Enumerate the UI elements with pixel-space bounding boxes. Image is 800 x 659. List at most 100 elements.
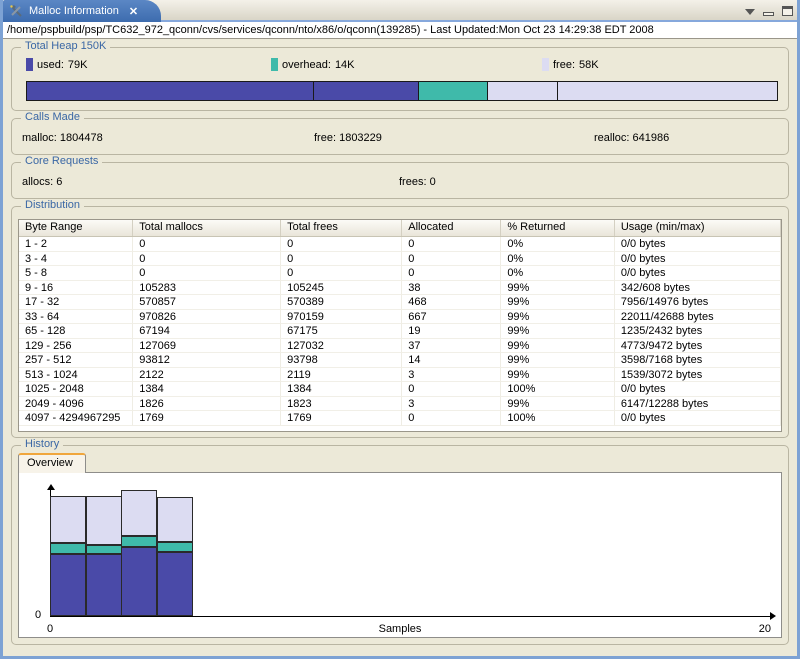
free-label: free: bbox=[314, 132, 337, 144]
table-cell: 17 - 32 bbox=[19, 295, 134, 310]
table-cell: 3598/7168 bytes bbox=[614, 353, 781, 368]
table-row[interactable]: 513 - 1024 2122 2119 3 99% 1539/3072 bytes bbox=[19, 367, 781, 382]
table-cell: 1769 bbox=[281, 411, 403, 426]
total-heap-group: Total Heap 150K used: 79K overhead: 14K … bbox=[11, 40, 789, 111]
history-bar-segment-free bbox=[121, 489, 157, 537]
table-row[interactable]: 129 - 256 127069 127032 37 99% 4773/9472 byte… bbox=[19, 338, 781, 353]
malloc-stat: malloc: 1804478 bbox=[22, 132, 103, 144]
table-cell: 99% bbox=[501, 295, 615, 310]
used-swatch bbox=[26, 58, 33, 71]
table-cell: 1235/2432 bytes bbox=[614, 324, 781, 339]
allocs-stat: allocs: 6 bbox=[22, 176, 62, 188]
distribution-table-header[interactable]: Byte Range Total mallocs Total frees Alloca… bbox=[19, 220, 781, 237]
malloc-view-icon bbox=[9, 4, 24, 19]
table-row[interactable]: 5 - 8 0 0 0 0% 0/0 bytes bbox=[19, 266, 781, 281]
table-cell: 4773/9472 bytes bbox=[614, 338, 781, 353]
table-row[interactable]: 1 - 2 0 0 0 0% 0/0 bytes bbox=[19, 237, 781, 252]
table-row[interactable]: 3 - 4 0 0 0 0% 0/0 bytes bbox=[19, 251, 781, 266]
table-row[interactable]: 65 - 128 67194 67175 19 99% 1235/2432 bytes bbox=[19, 324, 781, 339]
column-header[interactable]: Allocated bbox=[402, 220, 502, 236]
table-cell: 99% bbox=[501, 367, 615, 382]
history-bar-segment-free bbox=[85, 496, 122, 545]
history-bar-segment-overhead bbox=[121, 536, 157, 548]
table-cell: 0 bbox=[133, 251, 282, 266]
table-cell: 9 - 16 bbox=[19, 280, 134, 295]
legend-overhead: overhead: 14K bbox=[271, 58, 355, 71]
table-cell: 99% bbox=[501, 324, 615, 339]
table-cell: 0% bbox=[501, 237, 615, 252]
tab-malloc-information[interactable]: Malloc Information ✕ bbox=[3, 0, 161, 22]
view-tab-bar: Malloc Information ✕ bbox=[3, 0, 797, 22]
table-cell: 129 - 256 bbox=[19, 338, 134, 353]
minimize-icon[interactable] bbox=[763, 11, 774, 16]
realloc-label: realloc: bbox=[594, 132, 630, 144]
table-row[interactable]: 33 - 64 970826 970159 667 99% 22011/42688 byt… bbox=[19, 309, 781, 324]
table-cell: 667 bbox=[402, 309, 502, 324]
tab-overview[interactable]: Overview bbox=[18, 453, 86, 473]
table-cell: 0 bbox=[133, 237, 282, 252]
table-cell: 105245 bbox=[281, 280, 403, 295]
total-heap-title: Total Heap 150K bbox=[21, 40, 111, 52]
malloc-label: malloc: bbox=[22, 132, 57, 144]
table-row[interactable]: 257 - 512 93812 93798 14 99% 3598/7168 bytes bbox=[19, 353, 781, 368]
table-row[interactable]: 4097 - 4294967295 1769 1769 0 100% 0/0 bytes bbox=[19, 411, 781, 426]
malloc-information-view: Malloc Information ✕ /home/pspbuild/psp/… bbox=[0, 0, 800, 659]
view-content: Total Heap 150K used: 79K overhead: 14K … bbox=[3, 39, 797, 649]
table-cell: 342/608 bytes bbox=[614, 280, 781, 295]
realloc-stat: realloc: 641986 bbox=[594, 132, 669, 144]
table-cell: 1384 bbox=[281, 382, 403, 397]
column-header[interactable]: Byte Range bbox=[19, 220, 134, 236]
column-header[interactable]: % Returned bbox=[501, 220, 615, 236]
table-cell: 0 bbox=[281, 237, 403, 252]
table-cell: 1823 bbox=[281, 396, 403, 411]
distribution-table: Byte Range Total mallocs Total frees Alloca… bbox=[18, 219, 782, 432]
table-cell: 65 - 128 bbox=[19, 324, 134, 339]
calls-made-group: Calls Made malloc: 1804478 free: 1803229… bbox=[11, 111, 789, 155]
table-cell: 19 bbox=[402, 324, 502, 339]
y-axis-arrow-icon bbox=[47, 484, 55, 490]
legend-free: free: 58K bbox=[542, 58, 599, 71]
table-cell: 570857 bbox=[133, 295, 282, 310]
column-header[interactable]: Total frees bbox=[281, 220, 403, 236]
table-cell: 99% bbox=[501, 353, 615, 368]
table-row[interactable]: 9 - 16 105283 105245 38 99% 342/608 bytes bbox=[19, 280, 781, 295]
table-cell: 99% bbox=[501, 396, 615, 411]
table-cell: 0/0 bytes bbox=[614, 382, 781, 397]
table-cell: 93798 bbox=[281, 353, 403, 368]
table-row[interactable]: 2049 - 4096 1826 1823 3 99% 6147/12288 bytes bbox=[19, 396, 781, 411]
heap-segment-overhead bbox=[418, 82, 488, 100]
history-chart: 0 0 Samples 20 bbox=[18, 472, 782, 638]
table-cell: 1769 bbox=[133, 411, 282, 426]
table-cell: 468 bbox=[402, 295, 502, 310]
frees-label: frees: bbox=[399, 176, 427, 188]
column-header[interactable]: Total mallocs bbox=[133, 220, 282, 236]
close-icon[interactable]: ✕ bbox=[129, 5, 138, 18]
table-cell: 99% bbox=[501, 338, 615, 353]
maximize-icon[interactable] bbox=[782, 6, 793, 16]
table-cell: 3 bbox=[402, 396, 502, 411]
history-bar bbox=[85, 496, 122, 616]
table-cell: 105283 bbox=[133, 280, 282, 295]
column-header[interactable]: Usage (min/max) bbox=[615, 220, 781, 236]
table-cell: 93812 bbox=[133, 353, 282, 368]
history-bar-segment-used bbox=[121, 547, 157, 616]
history-bar-segment-free bbox=[50, 496, 86, 544]
table-cell: 37 bbox=[402, 338, 502, 353]
table-cell: 67194 bbox=[133, 324, 282, 339]
x-axis bbox=[50, 616, 771, 617]
table-cell: 2119 bbox=[281, 367, 403, 382]
history-bar-segment-free bbox=[156, 496, 193, 543]
heap-usage-bar bbox=[26, 81, 778, 101]
table-cell: 2122 bbox=[133, 367, 282, 382]
table-row[interactable]: 17 - 32 570857 570389 468 99% 7956/14976 byte… bbox=[19, 295, 781, 310]
view-menu-icon[interactable] bbox=[745, 8, 755, 15]
tab-title: Malloc Information bbox=[29, 5, 119, 17]
distribution-title: Distribution bbox=[21, 199, 85, 211]
table-cell: 22011/42688 bytes bbox=[614, 309, 781, 324]
table-row[interactable]: 1025 - 2048 1384 1384 0 100% 0/0 bytes bbox=[19, 382, 781, 397]
table-cell: 970159 bbox=[281, 309, 403, 324]
table-cell: 67175 bbox=[281, 324, 403, 339]
history-bar-segment-overhead bbox=[85, 544, 122, 554]
x-axis-min-label: 0 bbox=[47, 623, 54, 635]
table-cell: 5 - 8 bbox=[19, 266, 134, 281]
